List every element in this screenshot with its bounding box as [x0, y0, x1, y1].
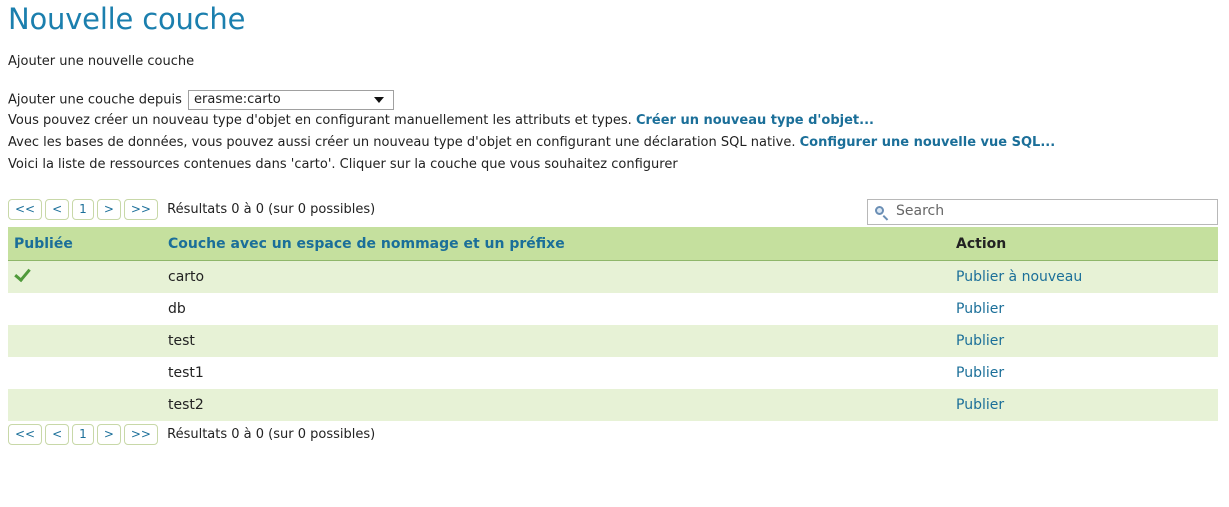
published-cell — [8, 357, 168, 389]
pager-results: Résultats 0 à 0 (sur 0 possibles) — [167, 202, 376, 217]
column-header-layer[interactable]: Couche avec un espace de nommage et un p… — [168, 227, 956, 261]
publish-link[interactable]: Publier — [956, 301, 1004, 317]
published-cell — [8, 389, 168, 421]
pager-prev-button[interactable]: < — [45, 424, 70, 445]
chevron-down-icon — [374, 97, 385, 103]
table-header-row: Publiée Couche avec un espace de nommage… — [8, 227, 1218, 261]
pager-first-button[interactable]: << — [8, 199, 43, 220]
layers-table: Publiée Couche avec un espace de nommage… — [8, 227, 1218, 421]
table-row: test1 Publier — [8, 357, 1218, 389]
table-row: db Publier — [8, 293, 1218, 325]
column-header-published[interactable]: Publiée — [8, 227, 168, 261]
pager-page-button[interactable]: 1 — [72, 199, 94, 220]
published-cell — [8, 260, 168, 293]
layer-name: db — [168, 293, 956, 325]
publish-link[interactable]: Publier — [956, 397, 1004, 413]
layer-name: carto — [168, 260, 956, 293]
source-row: Ajouter une couche depuis erasme:carto — [8, 90, 395, 110]
pager-page-button[interactable]: 1 — [72, 424, 94, 445]
source-select[interactable]: erasme:carto — [188, 90, 395, 110]
pager-next-button[interactable]: > — [96, 199, 121, 220]
layer-name: test — [168, 325, 956, 357]
check-icon — [14, 264, 31, 282]
pager-bottom: << <1 > >> Résultats 0 à 0 (sur 0 possibles… — [8, 424, 375, 446]
publish-link[interactable]: Publier — [956, 365, 1004, 381]
info-line-1-text: Vous pouvez créer un nouveau type d'obje… — [8, 113, 632, 128]
info-line-2-text: Avec les bases de données, vous pouvez a… — [8, 135, 796, 150]
pager-results: Résultats 0 à 0 (sur 0 possibles) — [167, 427, 376, 442]
publish-link[interactable]: Publier — [956, 333, 1004, 349]
page-title: Nouvelle couche — [8, 2, 246, 36]
pager-first-button[interactable]: << — [8, 424, 43, 445]
source-select-value: erasme:carto — [194, 92, 281, 107]
info-line-1: Vous pouvez créer un nouveau type d'obje… — [8, 113, 874, 128]
republish-link[interactable]: Publier à nouveau — [956, 269, 1082, 285]
search-box[interactable] — [867, 199, 1218, 225]
table-row: carto Publier à nouveau — [8, 260, 1218, 293]
layer-name: test1 — [168, 357, 956, 389]
layer-name: test2 — [168, 389, 956, 421]
published-cell — [8, 325, 168, 357]
info-line-2: Avec les bases de données, vous pouvez a… — [8, 135, 1055, 150]
table-row: test2 Publier — [8, 389, 1218, 421]
source-label: Ajouter une couche depuis — [8, 92, 182, 108]
table-row: test Publier — [8, 325, 1218, 357]
pager-next-button[interactable]: > — [96, 424, 121, 445]
column-header-action: Action — [956, 227, 1218, 261]
search-input[interactable] — [896, 203, 1196, 219]
create-feature-type-link[interactable]: Créer un nouveau type d'objet... — [636, 113, 874, 128]
pager-prev-button[interactable]: < — [45, 199, 70, 220]
search-icon — [875, 206, 884, 215]
configure-sql-view-link[interactable]: Configurer une nouvelle vue SQL... — [800, 135, 1056, 150]
info-line-3: Voici la liste de ressources contenues d… — [8, 157, 678, 172]
published-cell — [8, 293, 168, 325]
pager-last-button[interactable]: >> — [123, 424, 158, 445]
pager-top: << <1 > >> Résultats 0 à 0 (sur 0 possibles… — [8, 199, 375, 221]
page-subtitle: Ajouter une nouvelle couche — [8, 54, 195, 69]
pager-last-button[interactable]: >> — [123, 199, 158, 220]
